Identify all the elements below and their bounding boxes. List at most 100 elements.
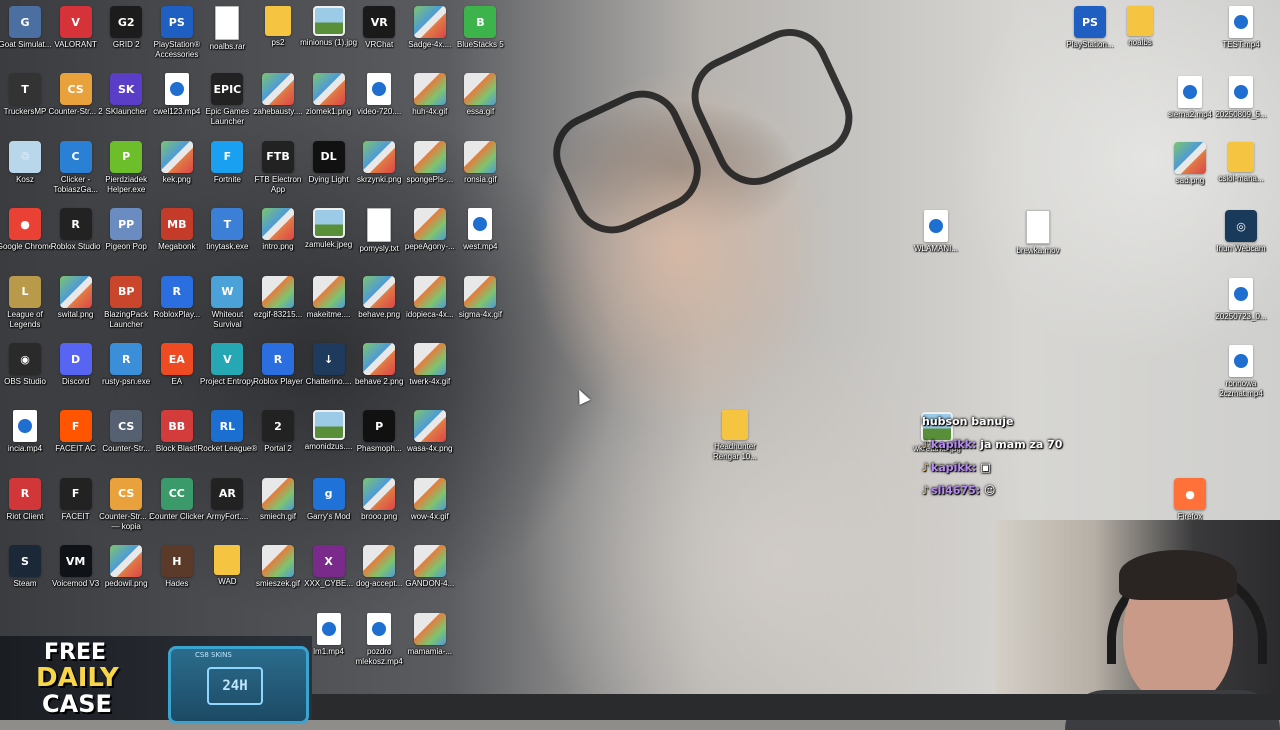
gif-icon — [413, 275, 446, 308]
desktop-icon[interactable]: ◎ Iriun Webcam — [1210, 210, 1272, 254]
video-icon — [468, 208, 493, 241]
folder-icon — [1228, 142, 1254, 172]
chat-text: ja mam za 70 — [980, 438, 1063, 451]
file-icon — [215, 6, 240, 40]
desktop-icon-label: wow-4x.gif — [410, 511, 449, 521]
desktop-icon[interactable]: mamamia-... — [399, 612, 461, 657]
desktop-icon-label: 20250809_5... — [1215, 110, 1267, 119]
image-icon — [262, 73, 294, 106]
image-icon — [59, 275, 92, 308]
app-icon: MB — [160, 208, 193, 241]
app-icon: P — [363, 410, 396, 443]
desktop-icon[interactable]: west.mp4 — [449, 208, 511, 252]
gif-icon — [262, 477, 294, 510]
gif-icon — [413, 343, 446, 375]
desktop-icon-label: essa.gif — [466, 107, 495, 117]
desktop-icon-label: ronnowa 2czmat.mp4 — [1219, 379, 1263, 398]
image-icon — [312, 73, 345, 106]
video-icon — [316, 612, 341, 645]
gif-icon — [312, 275, 345, 308]
chat-text: ☺ — [983, 484, 996, 497]
app-icon: X — [312, 545, 345, 578]
app-icon: F — [59, 477, 92, 510]
gif-icon — [363, 545, 396, 578]
app-icon: ◎ — [1225, 210, 1257, 242]
webcam-hair — [1119, 550, 1237, 600]
desktop-icon-label: wasa-4x.png — [407, 444, 453, 454]
app-icon: PS — [1074, 6, 1106, 38]
chat-overlay: hubson banuje ♪ kapikk: ja mam za 70 ♪ kapik… — [922, 410, 1102, 502]
desktop-icon[interactable]: noalbs — [1109, 6, 1171, 48]
app-icon: PP — [110, 208, 143, 241]
gif-icon — [413, 477, 446, 510]
app-icon: ● — [1174, 478, 1206, 510]
app-icon: ◉ — [9, 343, 41, 375]
taskbar — [312, 694, 1280, 720]
gif-icon — [262, 275, 294, 308]
chat-message: ♪ kapikk: ja mam za 70 — [922, 433, 1102, 456]
desktop-icon-label: cslol-mana... — [1218, 174, 1264, 183]
gif-icon — [413, 612, 446, 645]
desktop-icon[interactable]: GANDON-4... — [399, 545, 461, 589]
video-icon — [1178, 76, 1202, 108]
free-daily-case-banner[interactable]: FREE DAILY CASE CS8 SKINS 24H — [0, 636, 312, 724]
promo-line-daily: DAILY — [36, 663, 119, 693]
video-icon — [1229, 345, 1253, 377]
gif-icon — [413, 140, 446, 173]
image-icon — [262, 208, 294, 241]
app-icon: BB — [160, 410, 193, 443]
chat-message: ♪ kapikk: ▣ — [922, 456, 1102, 479]
desktop-icon[interactable]: twerk-4x.gif — [399, 343, 461, 387]
desktop-icon-label: Headhunter Rengar 10... — [712, 442, 758, 461]
app-icon: EPIC — [211, 73, 244, 106]
chat-username: kapikk: — [931, 438, 981, 451]
folder-icon — [722, 410, 748, 440]
desktop-icon[interactable]: essa.gif — [449, 73, 511, 117]
promo-line-free: FREE — [44, 640, 107, 665]
desktop-icon-label: west.mp4 — [463, 242, 498, 252]
app-icon: CS — [59, 73, 92, 106]
desktop-icon[interactable]: sigma-4x.gif — [449, 275, 511, 320]
desktop-icon-label: TEST.mp4 — [1222, 40, 1260, 49]
desktop-icon[interactable]: 20250809_5... — [1210, 76, 1272, 120]
app-icon: B — [464, 6, 497, 38]
promo-line-case: CASE — [42, 690, 112, 718]
desktop-icon[interactable]: TEST.mp4 — [1210, 6, 1272, 50]
app-icon: PS — [160, 6, 193, 38]
app-icon: CS — [110, 477, 143, 510]
video-icon — [367, 612, 392, 645]
gif-icon — [413, 545, 446, 578]
jpeg-icon — [312, 410, 345, 441]
desktop-icon[interactable]: WLAMANI... — [905, 210, 967, 254]
app-icon: CC — [160, 477, 193, 510]
app-icon: R — [262, 343, 294, 375]
desktop-icon[interactable]: ronnowa 2czmat.mp4 — [1210, 345, 1272, 399]
app-icon: C — [59, 140, 92, 173]
desktop-icon[interactable]: ronsia.gif — [449, 140, 511, 185]
chat-message: ♪ sli4675: ☺ — [922, 479, 1102, 502]
jpeg-icon — [312, 208, 345, 239]
app-icon: G — [9, 6, 41, 38]
app-icon: EA — [160, 343, 193, 375]
jpeg-icon — [312, 6, 345, 36]
app-icon: VR — [363, 6, 396, 38]
desktop-icon[interactable]: wow-4x.gif — [399, 477, 461, 522]
desktop-icon[interactable]: brewka.mov — [1007, 210, 1069, 256]
crate-timer-label: 24H — [207, 667, 263, 705]
desktop-icon-label: mamamia-... — [407, 646, 453, 656]
app-icon: L — [9, 275, 41, 308]
app-icon: G2 — [110, 6, 143, 38]
desktop-icon[interactable]: 20250723_0... — [1210, 278, 1272, 322]
desktop-icon-label: WLAMANI... — [913, 244, 958, 253]
desktop-icon[interactable]: wasa-4x.png — [399, 410, 461, 454]
desktop-icon[interactable]: Headhunter Rengar 10... — [704, 410, 766, 462]
desktop-icon[interactable]: B BlueStacks 5 — [449, 6, 511, 50]
desktop-icon-label: ronsia.gif — [464, 174, 497, 184]
app-icon: DL — [312, 140, 345, 173]
desktop-icon[interactable]: cslol-mana... — [1210, 142, 1272, 184]
image-icon — [1174, 142, 1206, 174]
app-icon: H — [160, 545, 193, 578]
video-icon — [367, 73, 392, 106]
desktop-icon[interactable]: ● Firefox — [1159, 478, 1221, 522]
chat-message: hubson banuje — [922, 410, 1102, 433]
